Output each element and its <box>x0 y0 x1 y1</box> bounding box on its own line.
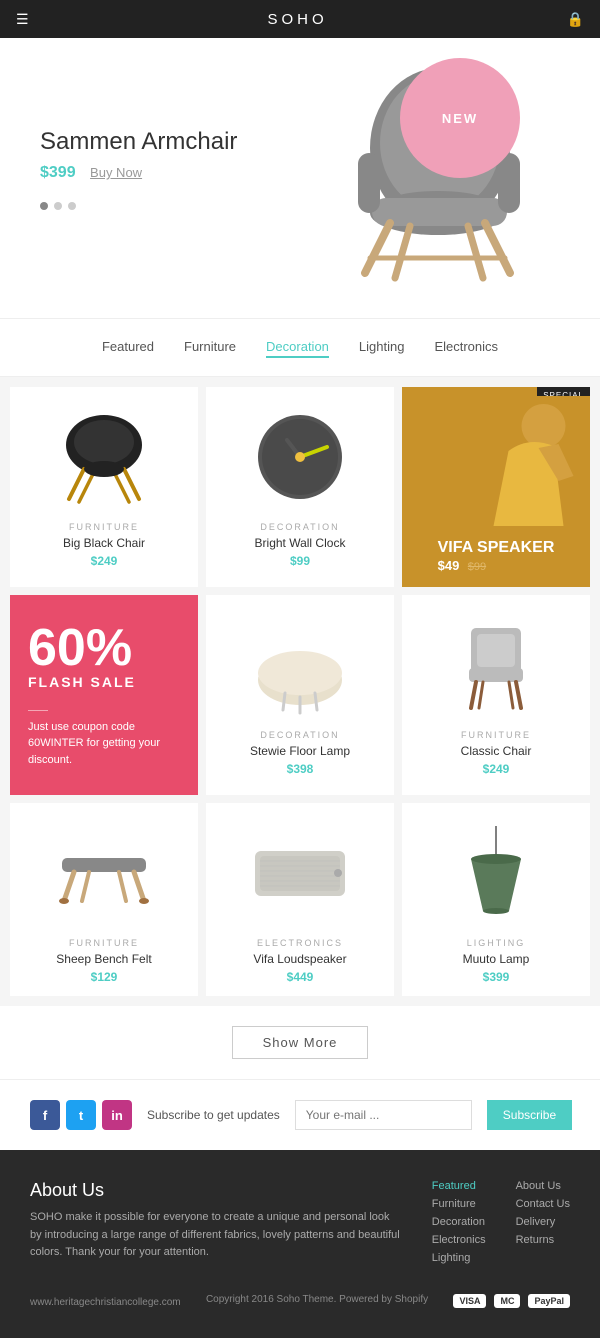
footer-about-title: About Us <box>30 1180 402 1201</box>
product-category-label: DECORATION <box>260 730 339 740</box>
product-stewie-lamp[interactable]: DECORATION Stewie Floor Lamp $398 <box>206 595 394 795</box>
nav-electronics[interactable]: Electronics <box>434 337 498 358</box>
product-name-label: Stewie Floor Lamp <box>250 744 350 758</box>
nav-lighting[interactable]: Lighting <box>359 337 405 358</box>
paypal-icon: PayPal <box>528 1294 570 1308</box>
site-title: SOHO <box>29 11 567 28</box>
twitter-icon[interactable]: t <box>66 1100 96 1130</box>
social-icons: f t in <box>30 1100 132 1130</box>
product-price-label: $249 <box>91 554 118 568</box>
product-image-black-chair <box>20 402 188 512</box>
footer-copyright: Copyright 2016 Soho Theme. Powered by Sh… <box>206 1292 428 1308</box>
footer-link-delivery[interactable]: Delivery <box>516 1216 570 1228</box>
special-product-name: VIFA SPEAKER <box>438 538 555 557</box>
product-price-label: $449 <box>287 970 314 984</box>
payment-icons-area: VISA MC PayPal <box>453 1284 570 1308</box>
hero-price: $399 <box>40 164 76 181</box>
flash-sale-card[interactable]: 60% FLASH SALE Just use coupon code 60WI… <box>10 595 198 795</box>
footer-link-returns[interactable]: Returns <box>516 1234 570 1246</box>
footer-about-text: SOHO make it possible for everyone to cr… <box>30 1209 402 1262</box>
product-price-label: $399 <box>483 970 510 984</box>
subscribe-label: Subscribe to get updates <box>147 1108 280 1122</box>
nav-decoration[interactable]: Decoration <box>266 337 329 358</box>
product-category-label: ELECTRONICS <box>257 938 343 948</box>
subscribe-email-input[interactable] <box>295 1100 472 1130</box>
mastercard-icon: MC <box>494 1294 520 1308</box>
hero-product-name: Sammen Armchair <box>40 128 560 156</box>
product-name-label: Bright Wall Clock <box>255 536 346 550</box>
footer-link-decoration[interactable]: Decoration <box>432 1216 486 1228</box>
special-price-old: $99 <box>468 561 486 573</box>
product-vifa-speaker[interactable]: SPECIAL VIFA SPEAKER $49 $99 <box>402 387 590 587</box>
product-image-stewie <box>216 610 384 720</box>
footer-col1: Featured Furniture Decoration Electronic… <box>432 1180 486 1264</box>
footer-bottom: www.heritagechristiancollege.com Copyrig… <box>30 1284 570 1308</box>
product-price-label: $99 <box>290 554 310 568</box>
lock-icon[interactable]: 🔒 <box>567 11 584 28</box>
flash-description: Just use coupon code 60WINTER for gettin… <box>28 719 180 769</box>
product-grid: FURNITURE Big Black Chair $249 DECORATIO… <box>0 377 600 1006</box>
product-name-label: Vifa Loudspeaker <box>253 952 346 966</box>
footer-url-text: www.heritagechristiancollege.com <box>30 1297 181 1308</box>
hero-section: NEW Sammen Armchair $399 Buy Now <box>0 38 600 318</box>
footer-link-lighting[interactable]: Lighting <box>432 1252 486 1264</box>
footer-link-about[interactable]: About Us <box>516 1180 570 1192</box>
header: ☰ SOHO 🔒 <box>0 0 600 38</box>
show-more-button[interactable]: Show More <box>232 1026 369 1059</box>
subscribe-button[interactable]: Subscribe <box>487 1100 572 1130</box>
footer-link-contact[interactable]: Contact Us <box>516 1198 570 1210</box>
nav-furniture[interactable]: Furniture <box>184 337 236 358</box>
product-name-label: Sheep Bench Felt <box>56 952 151 966</box>
product-category-label: FURNITURE <box>461 730 531 740</box>
hamburger-icon[interactable]: ☰ <box>16 11 29 28</box>
product-vifa-loudspeaker[interactable]: ELECTRONICS Vifa Loudspeaker $449 <box>206 803 394 996</box>
product-category-label: DECORATION <box>260 522 339 532</box>
subscribe-area: f t in Subscribe to get updates Subscrib… <box>0 1079 600 1150</box>
product-name-label: Classic Chair <box>461 744 532 758</box>
product-sheep-bench[interactable]: FURNITURE Sheep Bench Felt $129 <box>10 803 198 996</box>
dot-1[interactable] <box>40 202 48 210</box>
product-image-lamp <box>412 818 580 928</box>
dot-2[interactable] <box>54 202 62 210</box>
product-big-black-chair[interactable]: FURNITURE Big Black Chair $249 <box>10 387 198 587</box>
category-nav: Featured Furniture Decoration Lighting E… <box>0 318 600 377</box>
product-name-label: Big Black Chair <box>63 536 145 550</box>
special-content: VIFA SPEAKER $49 $99 <box>426 526 567 587</box>
special-price-new: $49 <box>438 558 460 573</box>
product-classic-chair[interactable]: FURNITURE Classic Chair $249 <box>402 595 590 795</box>
product-image-clock <box>216 402 384 512</box>
product-image-loudspeaker <box>216 818 384 928</box>
footer-col2: About Us Contact Us Delivery Returns <box>516 1180 570 1264</box>
footer-link-electronics[interactable]: Electronics <box>432 1234 486 1246</box>
product-price-label: $249 <box>483 762 510 776</box>
dot-3[interactable] <box>68 202 76 210</box>
product-price-label: $398 <box>287 762 314 776</box>
footer-top: About Us SOHO make it possible for every… <box>30 1180 570 1264</box>
flash-percent: 60% <box>28 622 132 674</box>
footer-link-furniture[interactable]: Furniture <box>432 1198 486 1210</box>
visa-icon: VISA <box>453 1294 486 1308</box>
flash-label: FLASH SALE <box>28 674 136 690</box>
product-price-label: $129 <box>91 970 118 984</box>
footer: About Us SOHO make it possible for every… <box>0 1150 600 1338</box>
product-category-label: FURNITURE <box>69 938 139 948</box>
footer-link-featured[interactable]: Featured <box>432 1180 486 1192</box>
product-image-classic-chair <box>412 610 580 720</box>
product-category-label: FURNITURE <box>69 522 139 532</box>
facebook-icon[interactable]: f <box>30 1100 60 1130</box>
instagram-icon[interactable]: in <box>102 1100 132 1130</box>
product-image-bench <box>20 818 188 928</box>
product-muuto-lamp[interactable]: LIGHTING Muuto Lamp $399 <box>402 803 590 996</box>
product-name-label: Muuto Lamp <box>463 952 530 966</box>
show-more-area: Show More <box>0 1006 600 1079</box>
hero-text: Sammen Armchair $399 Buy Now <box>40 68 560 182</box>
footer-about: About Us SOHO make it possible for every… <box>30 1180 402 1264</box>
product-category-label: LIGHTING <box>467 938 526 948</box>
nav-featured[interactable]: Featured <box>102 337 154 358</box>
hero-buy-now[interactable]: Buy Now <box>90 165 142 180</box>
product-wall-clock[interactable]: DECORATION Bright Wall Clock $99 <box>206 387 394 587</box>
footer-link-cols: Featured Furniture Decoration Electronic… <box>432 1180 570 1264</box>
